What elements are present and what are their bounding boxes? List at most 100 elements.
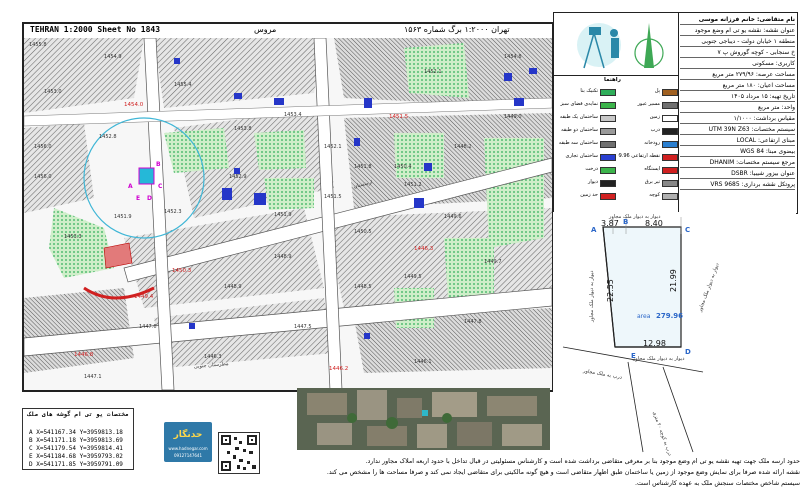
legend-item: پل (618, 87, 678, 96)
top-caption: دیوار به دیوار ملک مجاور (608, 214, 661, 220)
coordinate-row: A X=541167.34 Y=3959813.18 (29, 429, 123, 436)
legend-label: کوچه (649, 192, 660, 198)
map-title-mid: مروس (254, 25, 277, 34)
legend-swatch (600, 154, 616, 161)
elevation-label: 1455.8 (29, 42, 47, 48)
legend-swatch (662, 180, 678, 187)
info-row: نام متقاضی: خانم فرزانه موسی (680, 15, 795, 25)
elevation-label: 1447.6 (139, 324, 157, 330)
legend-title: راهنما (604, 77, 621, 83)
elevation-label: 1451.2 (404, 182, 422, 188)
legend-item: دیوار (556, 178, 616, 187)
disclaimer-line: سیستم شاخص مختصات سنجش ملک به عهده کارشن… (634, 480, 800, 487)
left-caption: دیوار به دیوار ملک مجاور (589, 270, 595, 323)
subject-parcel[interactable] (138, 167, 155, 185)
info-row: واحد: متر مربع (680, 103, 795, 113)
info-row: عنوان بیزور شیبیا: DSBR (680, 169, 795, 179)
legend-label: مسیر عبور (637, 101, 661, 107)
legend-item: حد زمین (556, 191, 616, 200)
elevation-red: 1449.4 (134, 294, 154, 300)
elevation-label: 1451.8 (354, 164, 372, 170)
elevation-label: 1447.5 (294, 324, 312, 330)
elevation-label: 1452.1 (324, 144, 342, 150)
legend-swatch (600, 115, 616, 122)
company-logo[interactable]: حدنگار www.hadnegar.com 09127147641 (164, 422, 212, 462)
info-row: مبنای ارتفاعی: LOCAL (680, 136, 795, 146)
lower-caption-1: درب به ملک مجاور (582, 368, 623, 381)
site-label: A (128, 183, 133, 190)
legend-item: ساختمان سه طبقه (556, 139, 616, 148)
coordinates-table: مختصات یو تی ام گوشه های ملک A X=541167.… (22, 408, 134, 470)
legend-item: تکنیک بنا (556, 87, 616, 96)
qr-code[interactable] (218, 432, 260, 474)
legend-swatch (600, 180, 616, 187)
elevation-red: 1454.0 (124, 102, 144, 108)
map-frame[interactable]: TEHRAN 1:2000 Sheet No 1843 مروس تهران ۱… (22, 22, 554, 392)
brand-url: www.hadnegar.com (168, 446, 208, 451)
aerial-photo[interactable] (297, 388, 550, 450)
legend-swatch (662, 128, 678, 135)
elevation-label: 1456.0 (34, 144, 52, 150)
legend-swatch (662, 102, 678, 109)
legend-swatch (662, 89, 678, 96)
legend-item: رودخانه (618, 139, 678, 148)
dim-top-right: 8.40 (645, 219, 663, 228)
info-row: کاربری: مسکونی (680, 59, 795, 69)
map-header: TEHRAN 1:2000 Sheet No 1843 مروس تهران ۱… (24, 24, 552, 39)
elevation-label: 1447.1 (84, 374, 102, 380)
info-row: منطقه ۱ خیابان دولت - دیباجی جنوبی (680, 37, 795, 47)
elevation-label: 1454.8 (504, 54, 522, 60)
elevation-label: 1449.6 (444, 214, 462, 220)
legend-item: درب (618, 126, 678, 135)
elevation-label: 1451.9 (114, 214, 132, 220)
legend-label: پل (654, 88, 660, 94)
legend-item: ساختمان تجاری (556, 152, 616, 161)
legend-swatch (662, 141, 678, 148)
elevation-label: 1448.5 (354, 284, 372, 290)
elevation-label: 1447.8 (464, 319, 482, 325)
legend-item: ساختمان یک طبقه (556, 113, 616, 122)
legend-swatch (600, 141, 616, 148)
legend-item: نقطه ارتفاعی 99.96 (618, 152, 678, 161)
info-box: نام متقاضی: خانم فرزانه موسی عنوان نقشه:… (678, 13, 797, 213)
elevation-label: 1448.2 (454, 144, 472, 150)
legend-swatch (600, 102, 616, 109)
elevation-label: 1453.4 (284, 112, 302, 118)
legend-swatch (662, 154, 678, 161)
parcel-sketch: A B C E D 3.87 8.40 22.55 21.99 12.98 ar… (553, 212, 796, 457)
legend-label: زمین (649, 114, 660, 120)
info-row: سیستم مختصات: UTM 39N Z63 (680, 125, 795, 135)
brand-name: حدنگار (173, 430, 203, 440)
legend-label: حد زمین (580, 192, 598, 198)
elevation-label: 1450.4 (394, 164, 412, 170)
legend-label: نقطه ارتفاعی 99.96 (618, 153, 660, 159)
legend-label: درخت (585, 166, 598, 172)
legend-label: تیر برق (644, 179, 660, 185)
legend-label: دیوار (587, 179, 598, 185)
map-canvas[interactable]: A B C D E 1454.0 1451.5 1450.3 1449.4 14… (24, 38, 552, 390)
info-row: خ سنجابی - کوچه گوروش پ ۷ (680, 48, 795, 58)
dim-left-side: 22.55 (606, 279, 615, 302)
elevation-label: 1449.0 (504, 114, 522, 120)
elevation-label: 1452.9 (229, 174, 247, 180)
legend-swatch (662, 167, 678, 174)
legend-swatch (600, 167, 616, 174)
circle-letter-b: B (156, 161, 161, 168)
right-caption: دیوار به دیوار ملک مجاور (697, 262, 721, 313)
elevation-label: 1454.9 (104, 54, 122, 60)
legend-item: کوچه (618, 191, 678, 200)
qr-code-icon (221, 435, 257, 471)
info-row: بیضوی مبنا: WGS 84 (680, 147, 795, 157)
elevation-red: 1450.3 (172, 268, 192, 274)
area-label: area (637, 313, 651, 320)
legend: راهنما تکنیک بنا نمایه‌ی فضای سبز ساختمان … (554, 75, 679, 213)
legend-swatch (662, 115, 678, 122)
surveyor-logo-icon (577, 23, 664, 69)
disclaimer-line: حدود ارسه ملک جهت تهیه نقشه یو تی ام وضع… (365, 458, 800, 465)
elevation-label: 1446.3 (204, 354, 222, 360)
elevation-red: 1446.3 (414, 246, 434, 252)
elevation-red: 1451.5 (389, 114, 409, 120)
elevation-red: 1446.8 (74, 352, 94, 358)
corner-c: C (685, 226, 690, 234)
elevation-label: 1450.5 (354, 229, 372, 235)
